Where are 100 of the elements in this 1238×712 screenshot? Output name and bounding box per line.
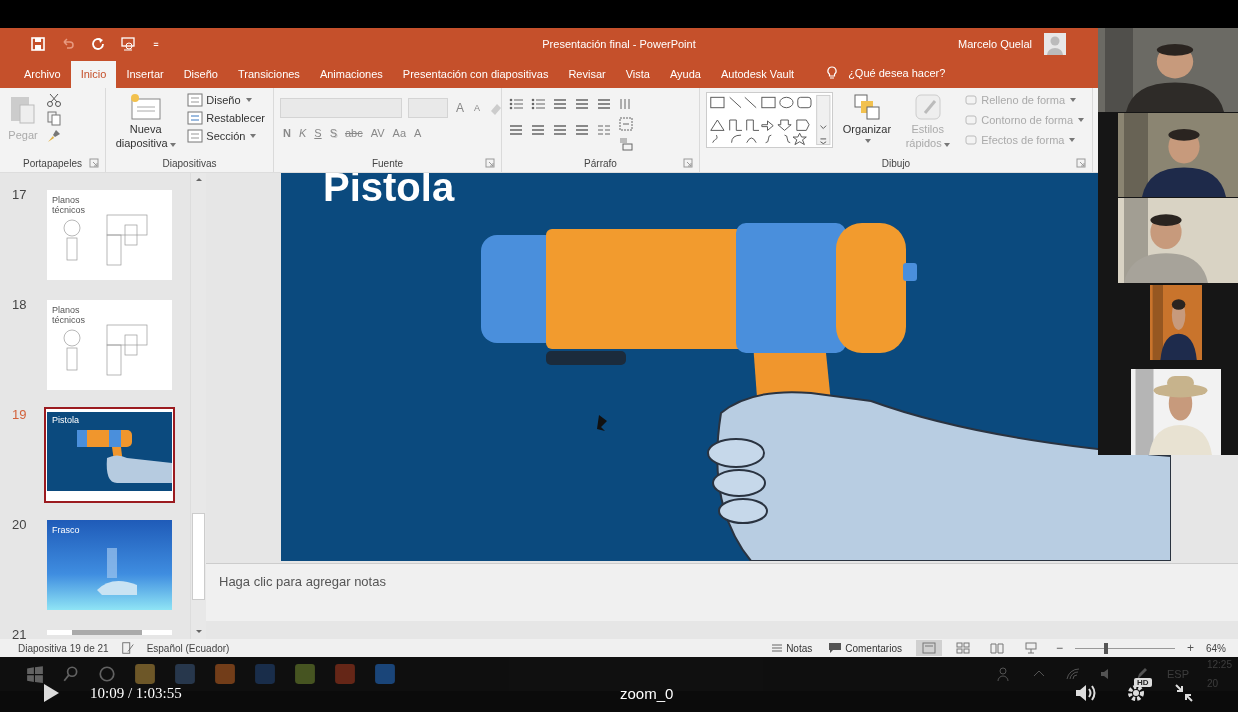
new-slide-button[interactable]: Nueva diapositiva — [112, 92, 180, 152]
zoom-level[interactable]: 64% — [1206, 642, 1226, 654]
font-format-button[interactable]: Aa — [389, 126, 410, 140]
slide-thumbnail[interactable]: Planos técnicos — [44, 297, 175, 393]
slide-thumbnail[interactable]: Pistola — [44, 407, 175, 503]
slide-option-button[interactable]: Restablecer — [185, 110, 267, 126]
font-format-button[interactable]: AV — [367, 126, 388, 140]
shrink-font-button[interactable]: A — [472, 103, 483, 113]
slide-counter: Diapositiva 19 de 21 — [18, 642, 109, 654]
arrange-button[interactable]: Organizar — [840, 92, 894, 144]
ribbon-tab[interactable]: Autodesk Vault — [710, 61, 805, 88]
layout-icon — [187, 93, 204, 107]
ribbon-tab[interactable]: Animaciones — [309, 61, 393, 88]
bullets-icon[interactable] — [508, 96, 524, 112]
redo-icon[interactable] — [90, 36, 106, 52]
slide-thumbnail[interactable]: Planos técnicos — [44, 187, 175, 283]
slide-number: 20 — [12, 517, 28, 534]
font-format-button[interactable]: abc — [342, 126, 366, 140]
smartart-icon[interactable] — [618, 136, 634, 152]
font-format-button[interactable]: N — [280, 126, 294, 140]
app-icon[interactable] — [374, 663, 396, 685]
ribbon-tab[interactable]: Presentación con diapositivas — [392, 61, 559, 88]
window-title: Presentación final - PowerPoint — [542, 38, 696, 50]
scroll-thumb[interactable] — [192, 513, 205, 600]
view-icon — [1023, 642, 1038, 654]
slide-number: 17 — [12, 187, 28, 204]
launcher-icon[interactable] — [683, 158, 693, 168]
volume-icon[interactable] — [1074, 682, 1098, 704]
quality-badge: HD — [1134, 678, 1152, 687]
scissors-icon[interactable] — [46, 92, 62, 108]
launcher-icon[interactable] — [89, 158, 99, 168]
play-icon[interactable] — [42, 683, 60, 703]
comments-button[interactable]: Comentarios — [826, 641, 904, 655]
exit-fullscreen-icon[interactable] — [1174, 683, 1194, 703]
font-format-button[interactable]: S — [311, 126, 325, 140]
group-label: Portapapeles — [23, 157, 82, 169]
layout-icon — [187, 129, 204, 143]
shape-gallery[interactable] — [706, 92, 833, 148]
slide-option-button[interactable]: Diseño — [185, 92, 267, 108]
font-format-button[interactable]: S — [326, 126, 340, 140]
font-format-button[interactable]: K — [295, 126, 310, 140]
slide-number: 19 — [12, 407, 28, 424]
presenter-icon[interactable] — [120, 36, 136, 52]
ribbon-tab[interactable]: Insertar — [116, 61, 174, 88]
video-title: zoom_0 — [620, 684, 674, 702]
thumbnail-title: Planos técnicos — [52, 196, 87, 216]
ribbon-tab[interactable]: Ayuda — [659, 61, 711, 88]
launcher-icon[interactable] — [485, 158, 495, 168]
ribbon-tab[interactable]: Vista — [615, 61, 660, 88]
notes-field[interactable]: Haga clic para agregar notas — [219, 574, 386, 589]
indent-icon[interactable] — [574, 96, 590, 112]
font-format-button[interactable]: A — [411, 126, 425, 140]
slide-option-button[interactable]: Sección — [185, 128, 267, 144]
undo-icon[interactable] — [60, 36, 76, 52]
tell-me-field[interactable]: ¿Qué desea hacer? — [848, 67, 946, 79]
ribbon-tab[interactable]: Archivo — [14, 61, 71, 88]
ribbon-tab[interactable]: Inicio — [70, 61, 117, 88]
shape-icon — [964, 133, 979, 147]
save-icon[interactable] — [30, 36, 46, 52]
spelling-icon[interactable] — [120, 641, 135, 655]
notes-button[interactable]: Notas — [769, 641, 815, 655]
thumbnail-title: Frasco — [52, 526, 81, 536]
align-icon[interactable] — [530, 122, 546, 138]
circle-icon[interactable] — [98, 665, 116, 683]
settings-icon[interactable] — [1126, 683, 1146, 703]
font-size-field[interactable] — [408, 98, 448, 118]
notes-icon — [771, 643, 784, 653]
app-icon[interactable] — [134, 663, 156, 685]
shape-icon — [964, 93, 979, 107]
align-text-icon[interactable] — [618, 116, 634, 132]
copy-icon[interactable] — [46, 110, 62, 126]
layout-icon — [187, 111, 204, 125]
zoom-in-button[interactable]: + — [1186, 641, 1194, 655]
ribbon-tab[interactable]: Revisar — [558, 61, 616, 88]
app-icon[interactable] — [174, 663, 196, 685]
ribbon-tab[interactable]: Transiciones — [227, 61, 310, 88]
align-icon[interactable] — [508, 122, 524, 138]
group-label: Fuente — [371, 157, 404, 169]
group-label: Párrafo — [584, 157, 617, 169]
columns-icon[interactable] — [596, 122, 612, 138]
shape-icon — [964, 113, 979, 127]
language-label[interactable]: Español (Ecuador) — [146, 642, 230, 654]
app-icon[interactable] — [294, 663, 316, 685]
app-icon[interactable] — [334, 663, 356, 685]
comment-icon — [828, 642, 843, 654]
align-icon[interactable] — [574, 122, 590, 138]
launcher-icon[interactable] — [1076, 158, 1086, 168]
indent-icon[interactable] — [552, 96, 568, 112]
user-name: Marcelo Quelal — [958, 38, 1032, 50]
grow-font-button[interactable]: A — [454, 101, 466, 115]
line-spacing-icon[interactable] — [596, 96, 612, 112]
numbering-icon[interactable] — [530, 96, 546, 112]
ribbon-tab[interactable]: Diseño — [173, 61, 228, 88]
app-icon[interactable] — [214, 663, 236, 685]
font-name-field[interactable] — [280, 98, 402, 118]
view-button[interactable] — [915, 640, 942, 656]
align-icon[interactable] — [552, 122, 568, 138]
zoom-out-button[interactable]: − — [1055, 641, 1063, 655]
brush-icon[interactable] — [46, 128, 62, 144]
slide-thumbnail[interactable]: Frasco — [44, 517, 175, 613]
